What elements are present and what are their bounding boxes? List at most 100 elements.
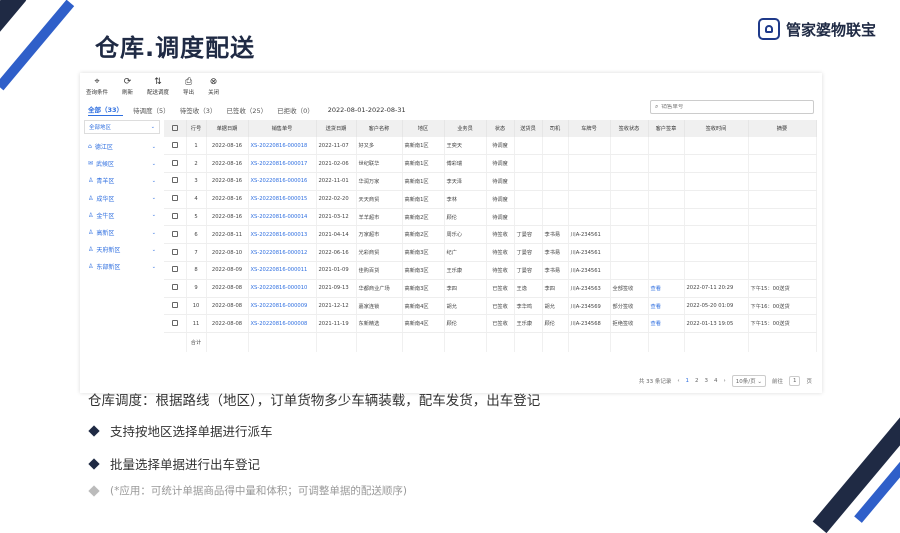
diamond-bullet-icon <box>88 424 100 437</box>
order-number-link[interactable]: XS-20220816-000016 <box>248 172 317 191</box>
table-cell: 2021-04-14 <box>316 225 357 245</box>
view-signature-link[interactable] <box>648 190 685 209</box>
table-row[interactable]: 7 2022-08-10 XS-20220816-000012 2022-06-16 光… <box>164 243 817 263</box>
order-number-link[interactable]: XS-20220816-000018 <box>248 137 317 156</box>
view-signature-link[interactable] <box>648 137 685 156</box>
column-header[interactable]: 行号 <box>186 120 207 137</box>
table-row[interactable]: 1 2022-08-16 XS-20220816-000018 2022-11-07 好… <box>164 137 817 156</box>
column-header[interactable]: 客户名称 <box>356 120 403 137</box>
column-header[interactable]: 地区 <box>402 120 445 137</box>
view-signature-link[interactable] <box>648 172 685 191</box>
sidebar-item-region[interactable]: ⌂ 德江区 ⌄ <box>84 138 160 155</box>
select-all-checkbox[interactable] <box>164 120 187 137</box>
order-number-link[interactable]: XS-20220816-000009 <box>248 297 317 316</box>
table-row[interactable]: 9 2022-08-08 XS-20220816-000010 2021-09-13 华… <box>164 279 817 298</box>
order-number-link[interactable]: XS-20220816-000011 <box>248 261 317 280</box>
table-cell <box>748 172 817 191</box>
tab-pending-sign[interactable]: 待签收（3） <box>180 105 217 115</box>
page-button[interactable]: 2 <box>695 378 699 384</box>
row-checkbox[interactable] <box>164 279 187 298</box>
page-button[interactable]: 4 <box>714 378 718 384</box>
chevron-down-icon: ⌄ <box>151 212 156 219</box>
user-icon: ♙ <box>88 177 94 185</box>
view-signature-link[interactable] <box>648 261 685 280</box>
table-row[interactable]: 4 2022-08-16 XS-20220816-000015 2022-02-20 天… <box>164 190 817 209</box>
column-header[interactable]: 状态 <box>486 120 515 137</box>
row-checkbox[interactable] <box>164 297 187 316</box>
table-cell <box>610 243 649 263</box>
order-number-link[interactable]: XS-20220816-000017 <box>248 154 317 174</box>
search-input[interactable] <box>661 104 802 110</box>
column-header[interactable]: 车牌号 <box>568 120 611 137</box>
sidebar-item-region[interactable]: ♙ 高新区 ⌄ <box>84 224 160 241</box>
table-row[interactable]: 2 2022-08-16 XS-20220816-000017 2021-02-06 世… <box>164 154 817 174</box>
next-page-button[interactable]: › <box>724 378 726 384</box>
view-signature-link[interactable] <box>648 243 685 263</box>
view-signature-link[interactable] <box>648 225 685 245</box>
view-signature-link[interactable] <box>648 208 685 227</box>
order-number-link[interactable]: XS-20220816-000012 <box>248 243 317 263</box>
tab-all[interactable]: 全部（33） <box>88 104 124 116</box>
view-signature-link[interactable]: 查看 <box>648 297 685 316</box>
table-row[interactable]: 3 2022-08-16 XS-20220816-000016 2022-11-01 华… <box>164 172 817 191</box>
row-checkbox[interactable] <box>164 208 187 227</box>
column-header[interactable]: 业务员 <box>444 120 487 137</box>
sidebar-item-region[interactable]: ♙ 天府新区 ⌄ <box>84 241 160 258</box>
sidebar-item-region[interactable]: ✉ 武候区 ⌄ <box>84 155 160 172</box>
column-header[interactable]: 送货日期 <box>316 120 357 137</box>
view-signature-link[interactable]: 查看 <box>648 279 685 298</box>
dispatch-button[interactable]: ⇅ 配送调度 <box>147 77 169 99</box>
sidebar-item-region[interactable]: ♙ 金牛区 ⌄ <box>84 207 160 224</box>
refresh-button[interactable]: ⟳ 刷新 <box>122 77 133 99</box>
column-header[interactable]: 签收时间 <box>684 120 749 137</box>
query-conditions-button[interactable]: ⌖ 查询条件 <box>86 77 108 99</box>
table-row[interactable]: 8 2022-08-09 XS-20220816-000011 2021-01-09 佳… <box>164 261 817 280</box>
view-signature-link[interactable]: 查看 <box>648 314 685 334</box>
column-header[interactable]: 送货员 <box>514 120 543 137</box>
view-signature-link[interactable] <box>648 154 685 174</box>
export-button[interactable]: ⎙ 导出 <box>183 77 194 99</box>
table-row[interactable]: 10 2022-08-08 XS-20220816-000009 2021-12-12… <box>164 297 817 316</box>
table-cell: 2021-01-09 <box>316 261 357 280</box>
column-header[interactable]: 销售单号 <box>248 120 317 137</box>
close-button[interactable]: ⊗ 关闭 <box>208 77 219 99</box>
order-number-link[interactable]: XS-20220816-000014 <box>248 208 317 227</box>
tab-rejected[interactable]: 已拒收（0） <box>277 105 314 115</box>
table-cell <box>748 154 817 174</box>
tab-pending-dispatch[interactable]: 待调度（5） <box>133 105 170 115</box>
column-header[interactable]: 单据日期 <box>206 120 249 137</box>
row-checkbox[interactable] <box>164 314 187 334</box>
column-header[interactable]: 摘要 <box>748 120 817 137</box>
row-checkbox[interactable] <box>164 172 187 191</box>
sidebar-item-region[interactable]: ♙ 青羊区 ⌄ <box>84 172 160 189</box>
row-checkbox[interactable] <box>164 225 187 245</box>
sidebar-item-region[interactable]: ♙ 成华区 ⌄ <box>84 190 160 207</box>
table-row[interactable]: 11 2022-08-08 XS-20220816-000008 2021-11-19… <box>164 314 817 334</box>
search-box[interactable]: ⌕ <box>650 100 814 114</box>
order-number-link[interactable]: XS-20220816-000010 <box>248 279 317 298</box>
tab-signed[interactable]: 已签收（25） <box>226 105 267 115</box>
column-header[interactable]: 签收状态 <box>610 120 649 137</box>
chevron-down-icon: ⌄ <box>151 246 156 253</box>
row-checkbox[interactable] <box>164 137 187 156</box>
column-header[interactable]: 司机 <box>542 120 569 137</box>
order-number-link[interactable]: XS-20220816-000008 <box>248 314 317 334</box>
table-row[interactable]: 5 2022-08-16 XS-20220816-000014 2021-03-12 羊… <box>164 208 817 227</box>
region-select[interactable]: 全部地区 ⌄ <box>84 120 160 134</box>
sidebar-item-region[interactable]: ♙ 东部新区 ⌄ <box>84 258 160 275</box>
page-button[interactable]: 1 <box>686 378 690 384</box>
row-checkbox[interactable] <box>164 190 187 209</box>
goto-page-input[interactable]: 1 <box>788 376 801 386</box>
table-row[interactable]: 6 2022-08-11 XS-20220816-000013 2021-04-14 万… <box>164 225 817 245</box>
row-checkbox[interactable] <box>164 243 187 263</box>
date-range[interactable]: 2022-08-01-2022-08-31 <box>328 106 406 114</box>
order-number-link[interactable]: XS-20220816-000015 <box>248 190 317 209</box>
row-checkbox[interactable] <box>164 261 187 280</box>
prev-page-button[interactable]: ‹ <box>677 378 679 384</box>
order-number-link[interactable]: XS-20220816-000013 <box>248 225 317 245</box>
table-cell <box>748 137 817 156</box>
page-size-select[interactable]: 10条/页 ⌄ <box>731 375 766 387</box>
page-button[interactable]: 3 <box>705 378 709 384</box>
row-checkbox[interactable] <box>164 154 187 174</box>
column-header[interactable]: 客户签章 <box>648 120 685 137</box>
